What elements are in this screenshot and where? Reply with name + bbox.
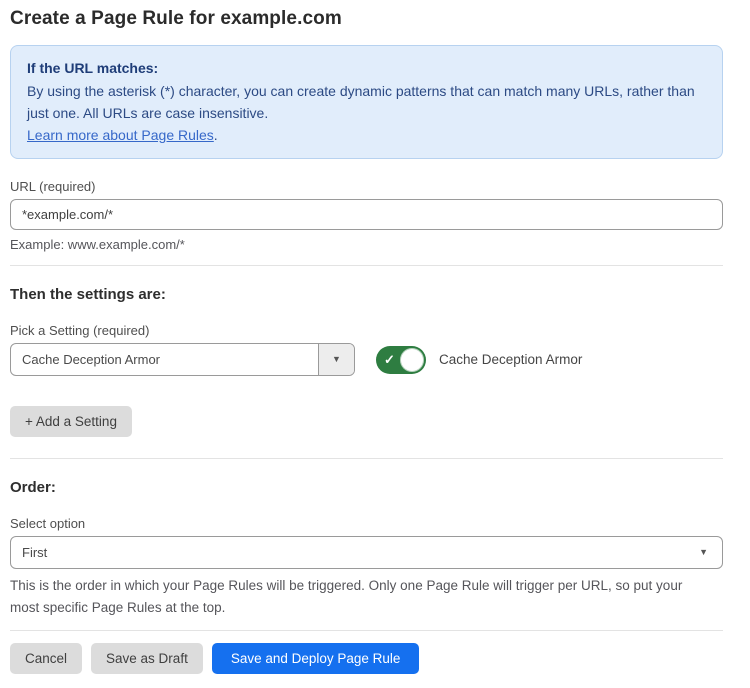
save-and-deploy-button[interactable]: Save and Deploy Page Rule xyxy=(212,643,420,674)
order-section-heading: Order: xyxy=(10,479,723,496)
learn-more-link[interactable]: Learn more about Page Rules xyxy=(27,127,214,143)
page-title: Create a Page Rule for example.com xyxy=(10,8,723,30)
add-setting-button[interactable]: + Add a Setting xyxy=(10,406,132,437)
url-label: URL (required) xyxy=(10,179,723,194)
chevron-down-icon: ▼ xyxy=(699,548,708,557)
order-help-text: This is the order in which your Page Rul… xyxy=(10,575,710,619)
divider xyxy=(10,630,723,631)
divider xyxy=(10,265,723,266)
setting-toggle[interactable]: ✓ xyxy=(376,346,426,374)
pick-setting-label: Pick a Setting (required) xyxy=(10,323,723,338)
url-match-info-box: If the URL matches: By using the asteris… xyxy=(10,45,723,159)
toggle-knob xyxy=(400,348,424,372)
link-period: . xyxy=(214,127,218,143)
setting-select[interactable]: Cache Deception Armor ▼ xyxy=(10,343,355,376)
info-box-body: By using the asterisk (*) character, you… xyxy=(27,80,706,124)
info-box-heading: If the URL matches: xyxy=(27,57,706,79)
setting-select-value: Cache Deception Armor xyxy=(11,352,318,367)
chevron-down-icon: ▼ xyxy=(332,355,341,364)
setting-row: Cache Deception Armor ▼ ✓ Cache Deceptio… xyxy=(10,343,723,376)
order-select-label: Select option xyxy=(10,516,723,531)
divider xyxy=(10,458,723,459)
order-select-caret: ▼ xyxy=(699,548,722,557)
save-as-draft-button[interactable]: Save as Draft xyxy=(91,643,203,674)
setting-toggle-label: Cache Deception Armor xyxy=(439,352,582,367)
info-box-link-line: Learn more about Page Rules. xyxy=(27,124,706,146)
page-rule-form: Create a Page Rule for example.com If th… xyxy=(0,0,750,688)
url-example-text: Example: www.example.com/* xyxy=(10,237,723,252)
order-select[interactable]: First ▼ xyxy=(10,536,723,569)
footer-actions: Cancel Save as Draft Save and Deploy Pag… xyxy=(10,643,723,674)
url-input[interactable] xyxy=(10,199,723,230)
order-select-value: First xyxy=(11,545,699,560)
cancel-button[interactable]: Cancel xyxy=(10,643,82,674)
settings-section-heading: Then the settings are: xyxy=(10,286,723,303)
check-icon: ✓ xyxy=(384,352,395,368)
setting-select-caret-button[interactable]: ▼ xyxy=(318,344,354,375)
